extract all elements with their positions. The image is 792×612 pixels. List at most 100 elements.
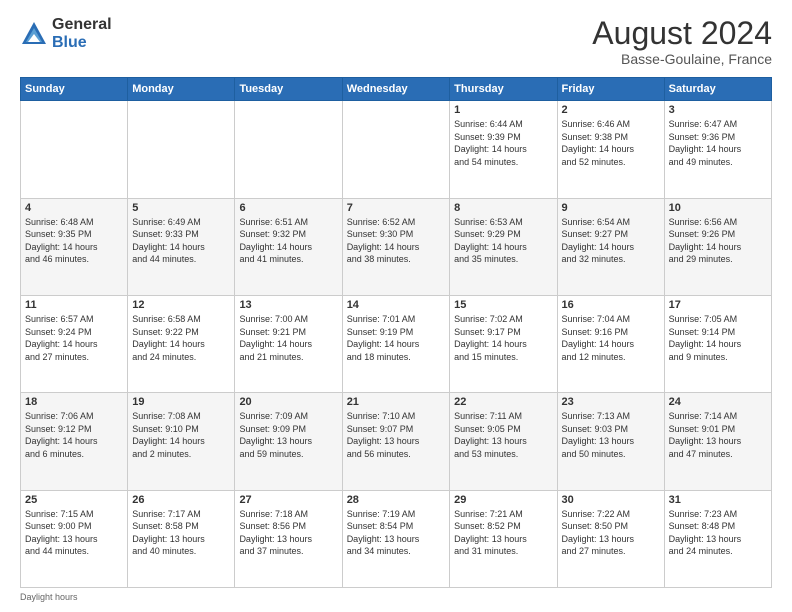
calendar-cell: 13 Sunrise: 7:00 AM Sunset: 9:21 PM Dayli… (235, 295, 342, 392)
day-info: Sunrise: 7:01 AM Sunset: 9:19 PM Dayligh… (347, 313, 445, 363)
day-info: Sunrise: 6:44 AM Sunset: 9:39 PM Dayligh… (454, 118, 552, 168)
logo-text: General Blue (52, 16, 112, 51)
day-number: 22 (454, 396, 552, 408)
col-header-friday: Friday (557, 78, 664, 101)
day-info: Sunrise: 6:51 AM Sunset: 9:32 PM Dayligh… (239, 216, 337, 266)
week-row-5: 25 Sunrise: 7:15 AM Sunset: 9:00 PM Dayli… (21, 490, 772, 587)
day-number: 2 (562, 104, 660, 116)
day-number: 11 (25, 299, 123, 311)
day-number: 24 (669, 396, 767, 408)
day-info: Sunrise: 7:23 AM Sunset: 8:48 PM Dayligh… (669, 508, 767, 558)
month-year: August 2024 (592, 16, 772, 51)
day-info: Sunrise: 6:57 AM Sunset: 9:24 PM Dayligh… (25, 313, 123, 363)
calendar-cell: 6Sunrise: 6:51 AM Sunset: 9:32 PM Daylig… (235, 198, 342, 295)
calendar-cell: 24 Sunrise: 7:14 AM Sunset: 9:01 PM Dayli… (664, 393, 771, 490)
calendar-cell: 1 Sunrise: 6:44 AM Sunset: 9:39 PM Daylig… (450, 101, 557, 198)
calendar-cell: 15Sunrise: 7:02 AM Sunset: 9:17 PM Dayli… (450, 295, 557, 392)
day-number: 13 (239, 299, 337, 311)
calendar-cell: 22 Sunrise: 7:11 AM Sunset: 9:05 PM Dayli… (450, 393, 557, 490)
calendar-cell (21, 101, 128, 198)
day-number: 14 (347, 299, 445, 311)
day-info: Sunrise: 7:02 AM Sunset: 9:17 PM Dayligh… (454, 313, 552, 363)
day-info: Sunrise: 6:47 AM Sunset: 9:36 PM Dayligh… (669, 118, 767, 168)
day-number: 30 (562, 494, 660, 506)
day-number: 8 (454, 202, 552, 214)
calendar-cell: 30 Sunrise: 7:22 AM Sunset: 8:50 PM Dayli… (557, 490, 664, 587)
calendar-cell: 8Sunrise: 6:53 AM Sunset: 9:29 PM Daylig… (450, 198, 557, 295)
calendar-cell (128, 101, 235, 198)
week-row-1: 1 Sunrise: 6:44 AM Sunset: 9:39 PM Daylig… (21, 101, 772, 198)
day-info: Sunrise: 7:14 AM Sunset: 9:01 PM Dayligh… (669, 410, 767, 460)
week-row-3: 11 Sunrise: 6:57 AM Sunset: 9:24 PM Dayli… (21, 295, 772, 392)
day-info: Sunrise: 7:06 AM Sunset: 9:12 PM Dayligh… (25, 410, 123, 460)
day-number: 20 (239, 396, 337, 408)
title-block: August 2024 Basse-Goulaine, France (592, 16, 772, 67)
calendar-cell: 26 Sunrise: 7:17 AM Sunset: 8:58 PM Dayli… (128, 490, 235, 587)
calendar-cell: 20Sunrise: 7:09 AM Sunset: 9:09 PM Dayli… (235, 393, 342, 490)
calendar-cell: 7Sunrise: 6:52 AM Sunset: 9:30 PM Daylig… (342, 198, 449, 295)
col-header-wednesday: Wednesday (342, 78, 449, 101)
day-number: 27 (239, 494, 337, 506)
day-number: 9 (562, 202, 660, 214)
day-info: Sunrise: 7:10 AM Sunset: 9:07 PM Dayligh… (347, 410, 445, 460)
calendar-cell: 12 Sunrise: 6:58 AM Sunset: 9:22 PM Dayli… (128, 295, 235, 392)
calendar-cell: 10 Sunrise: 6:56 AM Sunset: 9:26 PM Dayli… (664, 198, 771, 295)
day-info: Sunrise: 7:19 AM Sunset: 8:54 PM Dayligh… (347, 508, 445, 558)
day-info: Sunrise: 7:22 AM Sunset: 8:50 PM Dayligh… (562, 508, 660, 558)
day-number: 21 (347, 396, 445, 408)
calendar-cell: 16Sunrise: 7:04 AM Sunset: 9:16 PM Dayli… (557, 295, 664, 392)
day-info: Sunrise: 7:00 AM Sunset: 9:21 PM Dayligh… (239, 313, 337, 363)
calendar-cell: 31 Sunrise: 7:23 AM Sunset: 8:48 PM Dayli… (664, 490, 771, 587)
day-number: 31 (669, 494, 767, 506)
day-number: 10 (669, 202, 767, 214)
day-info: Sunrise: 7:17 AM Sunset: 8:58 PM Dayligh… (132, 508, 230, 558)
day-info: Sunrise: 7:13 AM Sunset: 9:03 PM Dayligh… (562, 410, 660, 460)
day-number: 5 (132, 202, 230, 214)
day-number: 18 (25, 396, 123, 408)
col-header-monday: Monday (128, 78, 235, 101)
footer-note: Daylight hours (20, 592, 772, 602)
day-number: 3 (669, 104, 767, 116)
calendar-cell: 9 Sunrise: 6:54 AM Sunset: 9:27 PM Daylig… (557, 198, 664, 295)
calendar-table: SundayMondayTuesdayWednesdayThursdayFrid… (20, 77, 772, 588)
calendar-cell: 25 Sunrise: 7:15 AM Sunset: 9:00 PM Dayli… (21, 490, 128, 587)
day-info: Sunrise: 6:58 AM Sunset: 9:22 PM Dayligh… (132, 313, 230, 363)
day-number: 4 (25, 202, 123, 214)
day-number: 29 (454, 494, 552, 506)
col-header-saturday: Saturday (664, 78, 771, 101)
calendar-cell (342, 101, 449, 198)
day-info: Sunrise: 6:49 AM Sunset: 9:33 PM Dayligh… (132, 216, 230, 266)
week-row-4: 18 Sunrise: 7:06 AM Sunset: 9:12 PM Dayli… (21, 393, 772, 490)
col-header-sunday: Sunday (21, 78, 128, 101)
calendar-cell: 4 Sunrise: 6:48 AM Sunset: 9:35 PM Daylig… (21, 198, 128, 295)
col-header-thursday: Thursday (450, 78, 557, 101)
logo: General Blue (20, 16, 112, 51)
day-info: Sunrise: 6:54 AM Sunset: 9:27 PM Dayligh… (562, 216, 660, 266)
day-info: Sunrise: 7:11 AM Sunset: 9:05 PM Dayligh… (454, 410, 552, 460)
calendar-cell: 11 Sunrise: 6:57 AM Sunset: 9:24 PM Dayli… (21, 295, 128, 392)
day-info: Sunrise: 7:08 AM Sunset: 9:10 PM Dayligh… (132, 410, 230, 460)
calendar-cell: 28 Sunrise: 7:19 AM Sunset: 8:54 PM Dayli… (342, 490, 449, 587)
day-number: 12 (132, 299, 230, 311)
day-number: 17 (669, 299, 767, 311)
day-info: Sunrise: 7:15 AM Sunset: 9:00 PM Dayligh… (25, 508, 123, 558)
day-info: Sunrise: 6:48 AM Sunset: 9:35 PM Dayligh… (25, 216, 123, 266)
day-info: Sunrise: 6:52 AM Sunset: 9:30 PM Dayligh… (347, 216, 445, 266)
calendar-cell: 5 Sunrise: 6:49 AM Sunset: 9:33 PM Daylig… (128, 198, 235, 295)
header-row: SundayMondayTuesdayWednesdayThursdayFrid… (21, 78, 772, 101)
day-number: 1 (454, 104, 552, 116)
day-number: 28 (347, 494, 445, 506)
logo-general: General (52, 16, 112, 34)
day-info: Sunrise: 6:56 AM Sunset: 9:26 PM Dayligh… (669, 216, 767, 266)
day-info: Sunrise: 6:46 AM Sunset: 9:38 PM Dayligh… (562, 118, 660, 168)
day-number: 23 (562, 396, 660, 408)
logo-icon (20, 20, 48, 48)
calendar-cell (235, 101, 342, 198)
calendar-cell: 27Sunrise: 7:18 AM Sunset: 8:56 PM Dayli… (235, 490, 342, 587)
day-number: 26 (132, 494, 230, 506)
calendar-cell: 3 Sunrise: 6:47 AM Sunset: 9:36 PM Daylig… (664, 101, 771, 198)
calendar-cell: 21 Sunrise: 7:10 AM Sunset: 9:07 PM Dayli… (342, 393, 449, 490)
location: Basse-Goulaine, France (592, 51, 772, 67)
day-number: 25 (25, 494, 123, 506)
calendar-cell: 14 Sunrise: 7:01 AM Sunset: 9:19 PM Dayli… (342, 295, 449, 392)
